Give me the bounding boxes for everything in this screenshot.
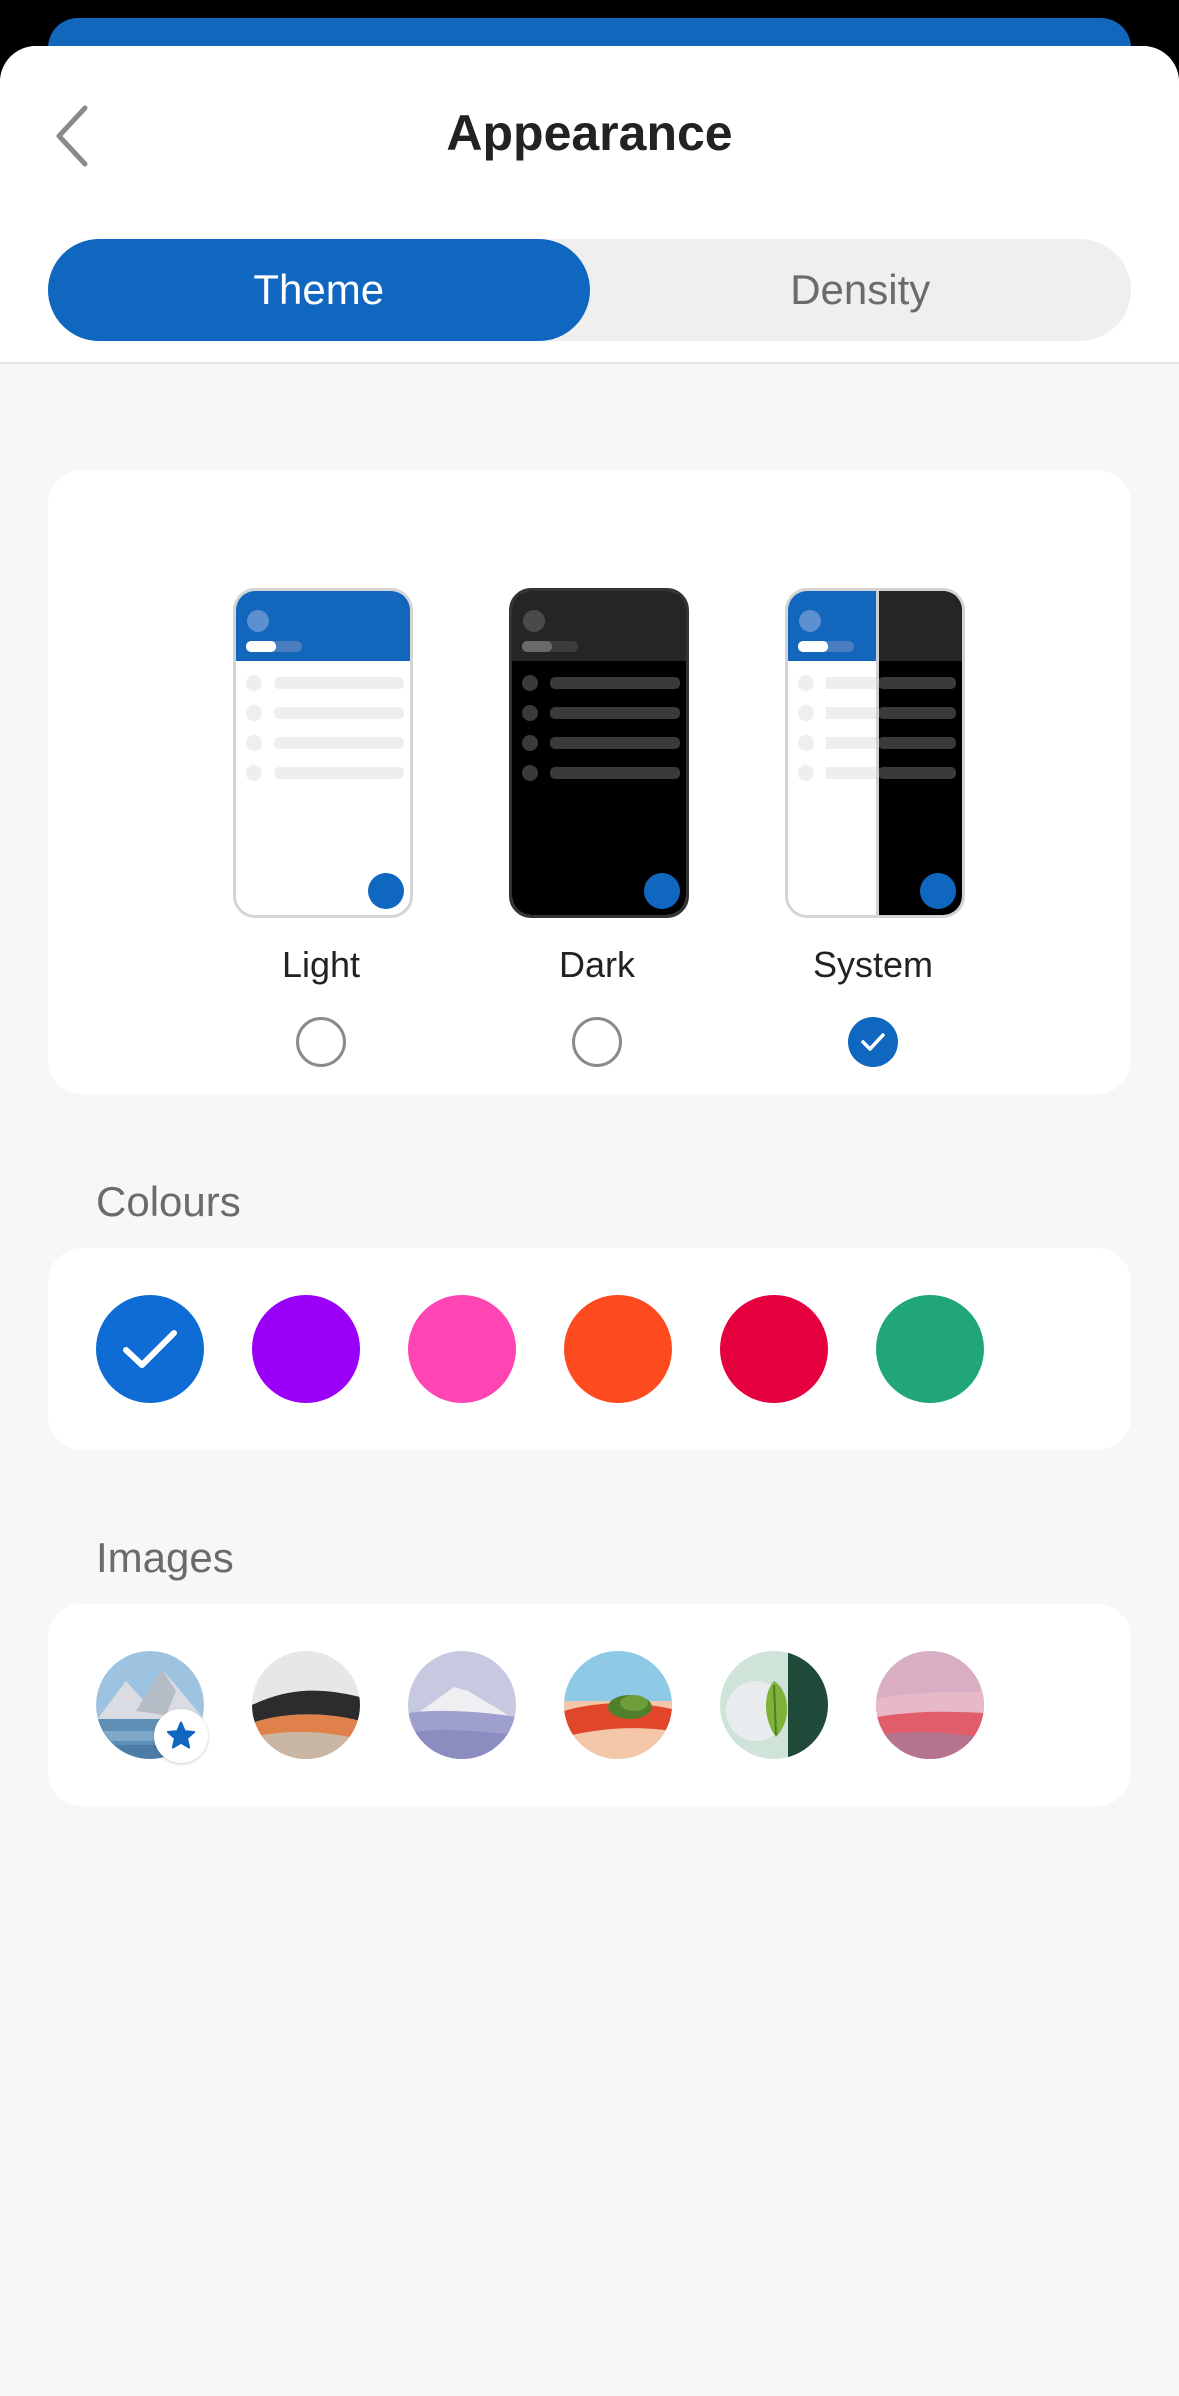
- colour-swatch-orange[interactable]: [564, 1295, 672, 1403]
- dark-theme-preview: [509, 588, 689, 918]
- favourite-badge: [154, 1709, 208, 1763]
- image-swatch-red-plant[interactable]: [564, 1651, 672, 1759]
- image-swatch-mountain-lake[interactable]: [96, 1651, 208, 1763]
- radio-dark[interactable]: [572, 1017, 622, 1067]
- theme-label-dark: Dark: [558, 944, 635, 985]
- colour-swatch-purple[interactable]: [252, 1295, 360, 1403]
- checkmark-icon: [123, 1330, 177, 1368]
- page-title: Appearance: [446, 105, 733, 161]
- image-swatch-pink-sunset[interactable]: [876, 1651, 984, 1759]
- appearance-sheet: Appearance Theme Density Light Dark Syst…: [0, 46, 1179, 2396]
- images-card: [48, 1604, 1131, 1806]
- radio-light[interactable]: [296, 1017, 346, 1067]
- theme-option-system[interactable]: System: [743, 470, 983, 1094]
- tab-theme[interactable]: Theme: [48, 239, 590, 341]
- image-swatch-misty-mountain[interactable]: [408, 1651, 516, 1759]
- tab-density[interactable]: Density: [590, 239, 1132, 341]
- images-heading: Images: [96, 1534, 234, 1581]
- image-swatch-green-leaf[interactable]: [720, 1651, 828, 1759]
- light-theme-preview: [233, 588, 413, 918]
- colour-swatch-blue[interactable]: [96, 1295, 204, 1403]
- theme-label-system: System: [812, 944, 934, 985]
- colour-swatch-red[interactable]: [720, 1295, 828, 1403]
- image-swatch-desert-dunes[interactable]: [252, 1651, 360, 1759]
- radio-system[interactable]: [848, 1017, 898, 1067]
- colour-swatch-pink[interactable]: [408, 1295, 516, 1403]
- colours-heading: Colours: [96, 1178, 241, 1225]
- star-icon: [166, 1721, 196, 1749]
- tab-switcher: Theme Density: [48, 239, 1131, 341]
- colour-swatch-green[interactable]: [876, 1295, 984, 1403]
- system-theme-preview: [785, 588, 965, 918]
- colours-card: [48, 1248, 1131, 1450]
- theme-option-light[interactable]: Light: [191, 470, 431, 1094]
- header: Appearance Theme Density: [0, 46, 1179, 364]
- checkmark-icon: [861, 1033, 885, 1051]
- theme-option-dark[interactable]: Dark: [467, 470, 707, 1094]
- theme-label-light: Light: [281, 944, 361, 985]
- theme-card: Light Dark System: [48, 470, 1131, 1094]
